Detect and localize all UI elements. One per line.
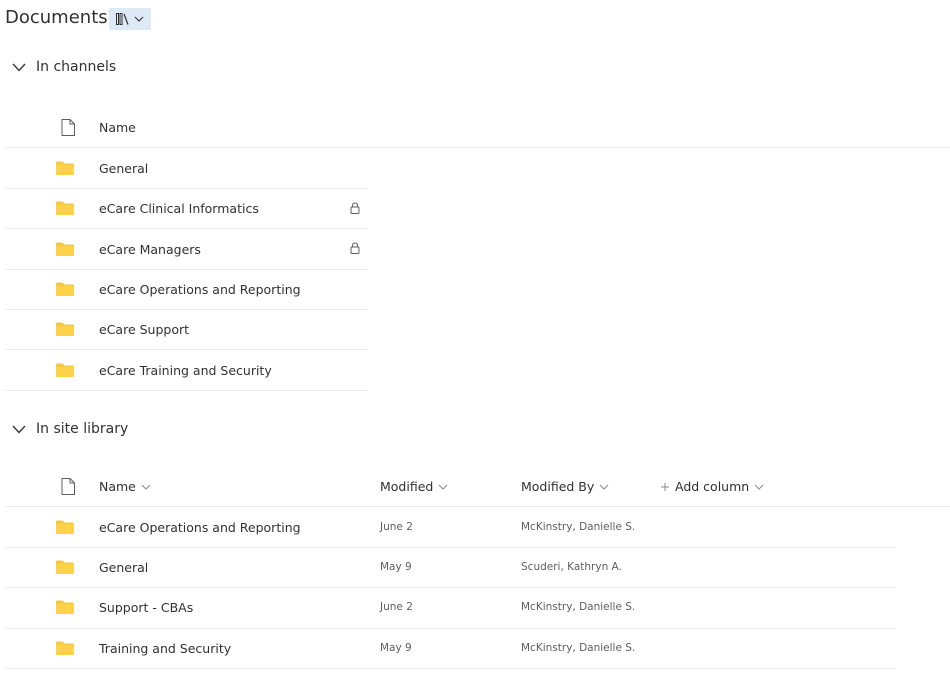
file-type-icon [61, 119, 75, 140]
lock-icon [350, 242, 360, 254]
chevron-down-icon [12, 425, 26, 433]
chevron-down-icon [141, 484, 151, 490]
chevron-down-icon [134, 16, 144, 22]
modified-date: May 9 [380, 561, 412, 573]
list-item[interactable]: eCare Managers [0, 229, 368, 269]
list-item[interactable]: eCare Operations and Reporting [0, 269, 368, 309]
folder-name[interactable]: eCare Managers [99, 242, 201, 257]
lock-icon [350, 202, 360, 214]
folder-name[interactable]: eCare Operations and Reporting [99, 282, 301, 297]
folder-name[interactable]: eCare Clinical Informatics [99, 201, 259, 216]
column-header-label: Name [99, 120, 136, 135]
modified-by[interactable]: Scuderi, Kathryn A. [521, 561, 622, 573]
list-item[interactable]: General [0, 148, 368, 188]
modified-date: June 2 [380, 601, 413, 613]
chevron-down-icon [12, 63, 26, 71]
add-column-button[interactable]: Add column [660, 479, 764, 494]
chevron-down-icon [599, 484, 609, 490]
table-row[interactable]: Support - CBAs June 2 McKinstry, Daniell… [0, 587, 895, 627]
table-row[interactable]: eCare Operations and Reporting June 2 Mc… [0, 507, 895, 547]
library-view-button[interactable] [109, 8, 151, 30]
folder-icon [56, 282, 74, 296]
table-row[interactable]: Training and Security May 9 McKinstry, D… [0, 628, 895, 668]
library-icon [116, 13, 129, 25]
folder-icon [56, 560, 74, 574]
modified-date: May 9 [380, 642, 412, 654]
folder-icon [56, 242, 74, 256]
folder-icon [56, 641, 74, 655]
section-label: In site library [36, 421, 129, 437]
folder-icon [56, 600, 74, 614]
folder-name[interactable]: General [99, 560, 148, 575]
folder-name[interactable]: General [99, 161, 148, 176]
list-item[interactable]: eCare Training and Security [0, 350, 368, 390]
section-label: In channels [36, 59, 117, 75]
table-row[interactable]: General May 9 Scuderi, Kathryn A. [0, 547, 895, 587]
column-header-label: Modified [380, 479, 434, 494]
chevron-down-icon [438, 484, 448, 490]
folder-icon [56, 322, 74, 336]
folder-name[interactable]: Training and Security [99, 641, 231, 656]
folder-icon [56, 520, 74, 534]
column-header-modified[interactable]: Modified [380, 479, 448, 494]
file-type-icon [61, 478, 75, 499]
chevron-down-icon [754, 484, 764, 490]
divider [5, 390, 368, 391]
modified-by[interactable]: McKinstry, Danielle S. [521, 521, 635, 533]
column-header-label: Name [99, 479, 136, 494]
divider [5, 668, 895, 669]
page-title: Documents [5, 7, 108, 28]
column-header-modified-by[interactable]: Modified By [521, 479, 609, 494]
folder-name[interactable]: eCare Operations and Reporting [99, 520, 301, 535]
folder-name[interactable]: Support - CBAs [99, 600, 193, 615]
plus-icon [661, 482, 669, 491]
folder-icon [56, 201, 74, 215]
list-item[interactable]: eCare Clinical Informatics [0, 188, 368, 228]
column-header-label: Modified By [521, 479, 595, 494]
folder-name[interactable]: eCare Support [99, 322, 189, 337]
folder-icon [56, 363, 74, 377]
modified-by[interactable]: McKinstry, Danielle S. [521, 601, 635, 613]
list-item[interactable]: eCare Support [0, 309, 368, 349]
modified-date: June 2 [380, 521, 413, 533]
column-header-name[interactable]: Name [99, 120, 136, 135]
column-header-name[interactable]: Name [99, 479, 151, 494]
folder-icon [56, 161, 74, 175]
folder-name[interactable]: eCare Training and Security [99, 363, 272, 378]
modified-by[interactable]: McKinstry, Danielle S. [521, 642, 635, 654]
in-site-library-section-toggle[interactable]: In site library [12, 421, 128, 437]
in-channels-section-toggle[interactable]: In channels [12, 59, 116, 75]
add-column-label: Add column [675, 479, 750, 494]
